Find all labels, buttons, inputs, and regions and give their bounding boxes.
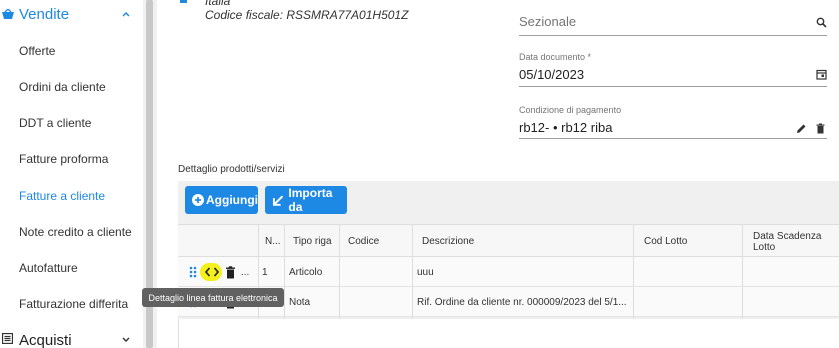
list-icon — [2, 333, 13, 344]
app-root: Vendite Offerte Ordini da cliente DDT a … — [0, 0, 839, 348]
column-divider — [633, 224, 634, 319]
sidebar-section-acquisti[interactable]: Acquisti — [0, 328, 143, 348]
row-delete[interactable] — [225, 257, 236, 287]
column-header-n[interactable]: N... — [265, 225, 281, 258]
sidebar-item-autofatture[interactable]: Autofatture — [19, 261, 78, 275]
chevron-up-icon[interactable] — [121, 9, 131, 19]
products-grid: Aggiungi Importa da N... Tipo riga Codic… — [178, 181, 839, 348]
sidebar-item-fatture-proforma[interactable]: Fatture proforma — [19, 152, 108, 166]
code-brackets-icon — [205, 267, 219, 277]
plus-circle-icon — [192, 193, 205, 207]
data-documento-value: 05/10/2023 — [519, 67, 585, 82]
condizione-pagamento-value: rb12- • rb12 riba — [519, 120, 613, 135]
table-row[interactable]: ... 1 Articolo uuu — [178, 257, 839, 287]
sidebar-item-note-credito-a-cliente[interactable]: Note credito a cliente — [19, 225, 132, 239]
row-more-menu[interactable]: ... — [241, 257, 249, 287]
tooltip: Dettaglio linea fattura elettronica — [142, 288, 284, 307]
arrow-down-left-icon — [272, 195, 284, 206]
sidebar-item-ddt-a-cliente[interactable]: DDT a cliente — [19, 116, 91, 130]
trash-icon — [226, 265, 235, 278]
sidebar-item-fatture-a-cliente[interactable]: Fatture a cliente — [19, 189, 105, 203]
condizione-pagamento-label: Condizione di pagamento — [519, 105, 622, 115]
search-icon[interactable] — [816, 17, 827, 28]
cell-tipo-riga: Articolo — [289, 266, 323, 278]
column-header-cod-lotto[interactable]: Cod Lotto — [644, 225, 687, 258]
customer-country: Italia — [205, 0, 231, 8]
add-button-label: Aggiungi — [206, 193, 258, 207]
column-header-data-scadenza-lotto[interactable]: Data Scadenza Lotto — [753, 225, 833, 258]
sidebar-item-offerte[interactable]: Offerte — [19, 44, 55, 58]
data-documento-field[interactable]: Data documento * 05/10/2023 — [519, 52, 827, 87]
calendar-icon[interactable] — [816, 69, 827, 80]
chevron-down-icon[interactable] — [121, 335, 131, 345]
customer-marker — [180, 0, 187, 3]
sezionale-field[interactable]: Sezionale — [519, 8, 827, 36]
cell-descrizione: Rif. Ordine da cliente nr. 000009/2023 d… — [417, 296, 627, 308]
code-icon[interactable] — [204, 257, 220, 287]
cell-descrizione: uuu — [417, 266, 434, 278]
column-header-codice[interactable]: Codice — [348, 225, 379, 258]
sidebar-footer-title: Acquisti — [19, 332, 72, 348]
add-button[interactable]: Aggiungi — [185, 186, 258, 214]
table-footer-area — [178, 319, 839, 348]
table-header: N... Tipo riga Codice Descrizione Cod Lo… — [178, 224, 839, 257]
column-header-tipo-riga[interactable]: Tipo riga — [293, 225, 333, 258]
column-divider — [284, 224, 285, 319]
drag-handle-icon[interactable] — [189, 266, 197, 278]
sidebar-section-vendite[interactable]: Vendite — [0, 0, 143, 30]
sidebar-item-fatturazione-differita[interactable]: Fatturazione differita — [19, 297, 128, 311]
data-documento-label: Data documento * — [519, 52, 592, 62]
column-header-descrizione[interactable]: Descrizione — [422, 225, 474, 258]
row-actions — [189, 257, 197, 287]
import-button-label: Importa da — [288, 186, 333, 214]
sidebar: Vendite Offerte Ordini da cliente DDT a … — [0, 0, 143, 348]
column-divider — [339, 224, 340, 319]
delete-icon[interactable] — [815, 123, 826, 134]
sidebar-section-title: Vendite — [19, 6, 70, 23]
column-divider — [412, 224, 413, 319]
import-button[interactable]: Importa da — [265, 186, 347, 214]
sidebar-item-ordini-da-cliente[interactable]: Ordini da cliente — [19, 80, 106, 94]
sezionale-placeholder: Sezionale — [519, 14, 577, 29]
basket-icon — [2, 9, 14, 19]
column-divider — [742, 224, 743, 319]
condizione-pagamento-field[interactable]: Condizione di pagamento rb12- • rb12 rib… — [519, 105, 827, 139]
products-section-label: Dettaglio prodotti/servizi — [178, 164, 285, 175]
edit-icon[interactable] — [796, 123, 807, 134]
customer-tax-code: Codice fiscale: RSSMRA77A01H501Z — [205, 8, 409, 22]
cell-n: 1 — [262, 266, 268, 278]
cell-tipo-riga: Nota — [289, 296, 311, 308]
